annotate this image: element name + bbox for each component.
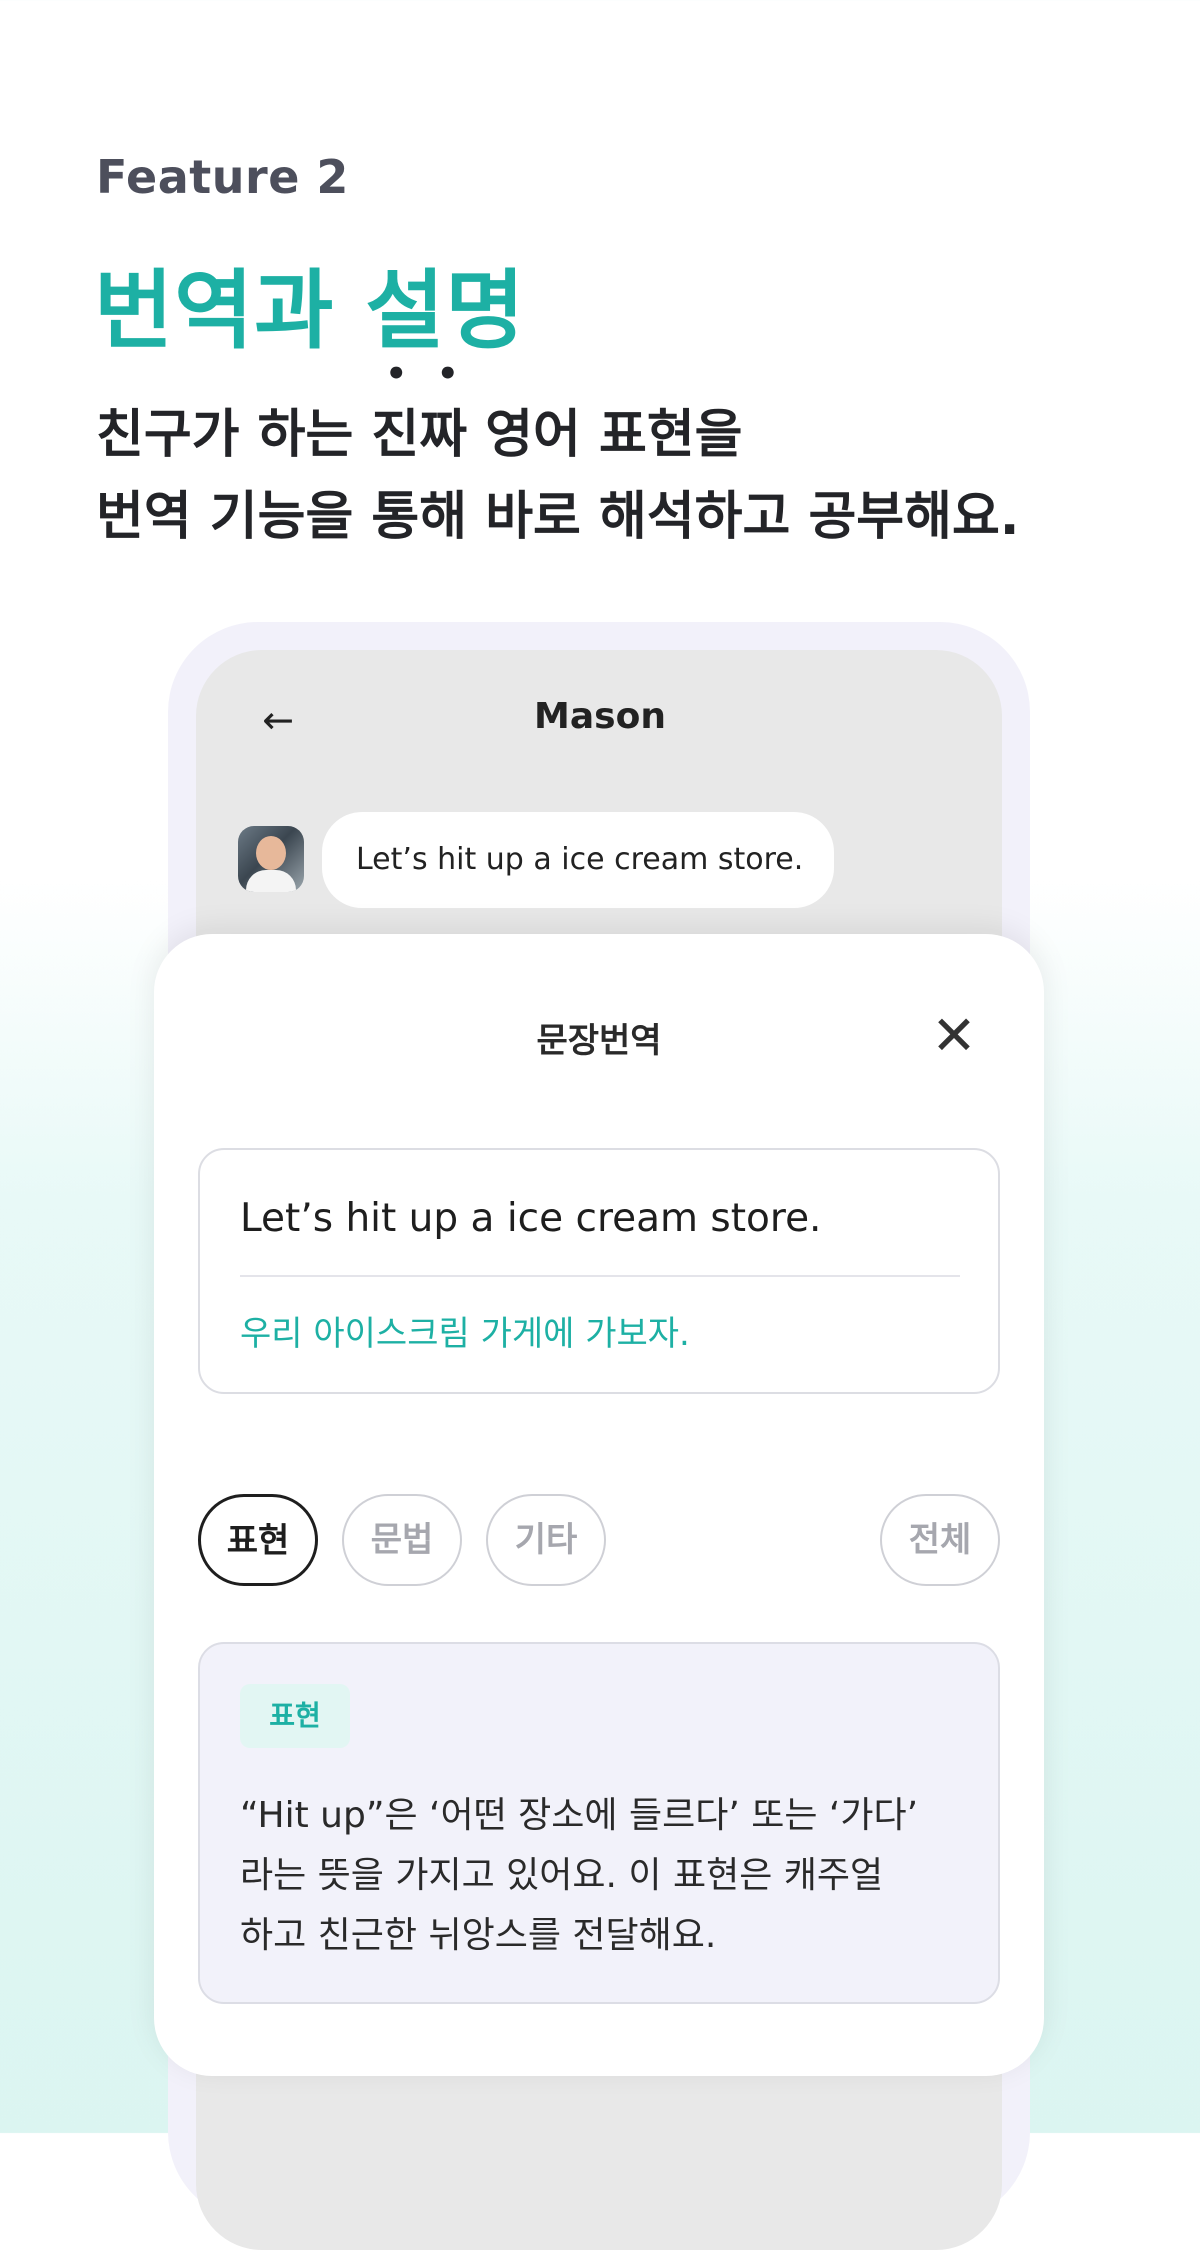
avatar-face [256, 836, 286, 870]
subline-1-before: 친구가 하는 [96, 405, 372, 465]
chip-other[interactable]: 기타 [486, 1494, 606, 1586]
chip-all[interactable]: 전체 [880, 1494, 1000, 1586]
explanation-tag: 표현 [240, 1684, 350, 1748]
sheet-title: 문장번역 [536, 1021, 662, 1061]
subline-1-emphasis: 진짜 [371, 354, 467, 467]
translation-korean: 우리 아이스크림 가게에 가보자. [240, 1314, 690, 1354]
chip-expression[interactable]: 표현 [198, 1494, 318, 1586]
arrow-left-icon[interactable]: ← [258, 700, 298, 740]
subline-2: 번역 기능을 통해 바로 해석하고 공부해요. [96, 487, 1020, 547]
avatar-shirt [246, 870, 296, 892]
chip-grammar[interactable]: 문법 [342, 1494, 462, 1586]
divider [240, 1275, 960, 1277]
close-icon[interactable]: ✕ [928, 1009, 980, 1063]
subline-1: 친구가 하는 진짜 영어 표현을 [96, 354, 743, 467]
avatar[interactable] [238, 826, 304, 892]
headline: 번역과 설명 [94, 261, 526, 361]
explanation-line: 하고 친근한 뉘앙스를 전달해요. [240, 1915, 717, 1956]
subline-1-after: 영어 표현을 [467, 405, 743, 465]
explanation-text: “Hit up”은 ‘어떤 장소에 들르다’ 또는 ‘가다’ 라는 뜻을 가지고… [240, 1786, 980, 1966]
chat-title: Mason [534, 696, 666, 737]
chat-message-bubble[interactable]: Let’s hit up a ice cream store. [322, 812, 834, 908]
translation-english: Let’s hit up a ice cream store. [240, 1196, 822, 1241]
explanation-line: 라는 뜻을 가지고 있어요. 이 표현은 캐주얼 [240, 1855, 884, 1896]
translation-card [198, 1148, 1000, 1394]
explanation-line: “Hit up”은 ‘어떤 장소에 들르다’ 또는 ‘가다’ [240, 1795, 919, 1836]
feature-label: Feature 2 [96, 150, 349, 204]
